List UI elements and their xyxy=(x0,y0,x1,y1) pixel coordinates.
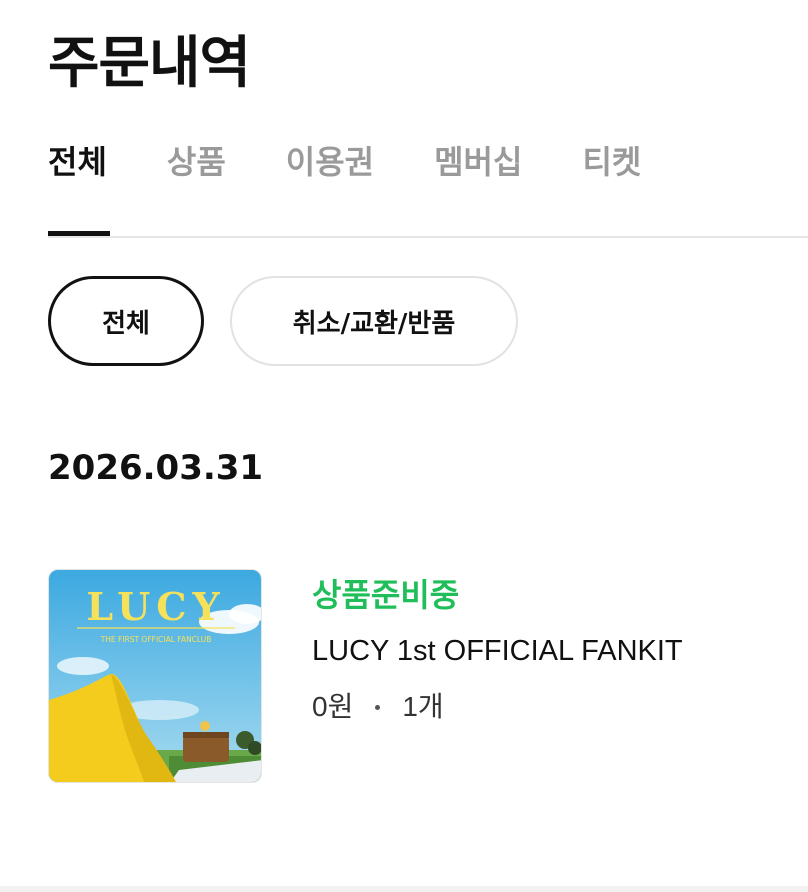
product-thumbnail: LUCY THE FIRST OFFICIAL FANCLUB xyxy=(48,569,262,783)
svg-text:LUCY: LUCY xyxy=(86,584,225,629)
order-history-page: 주문내역 전체 상품 이용권 멤버십 티켓 전체 취소/교환/반품 2026.0… xyxy=(0,0,808,892)
category-tabs: 전체 상품 이용권 멤버십 티켓 xyxy=(48,136,701,188)
bottom-divider xyxy=(0,886,808,892)
tab-products[interactable]: 상품 xyxy=(167,136,226,188)
filter-chip-cancel-exchange-return[interactable]: 취소/교환/반품 xyxy=(230,276,518,366)
tabs-divider xyxy=(48,236,808,238)
tab-membership[interactable]: 멤버십 xyxy=(434,136,522,188)
product-quantity: 1개 xyxy=(402,691,444,722)
product-name: LUCY 1st OFFICIAL FANKIT xyxy=(312,635,683,667)
tab-passes[interactable]: 이용권 xyxy=(286,136,374,188)
order-status: 상품준비중 xyxy=(312,576,460,614)
svg-text:THE FIRST OFFICIAL FANCLUB: THE FIRST OFFICIAL FANCLUB xyxy=(100,635,212,644)
order-date: 2026.03.31 xyxy=(48,448,264,488)
active-tab-indicator xyxy=(48,231,110,236)
filter-chip-all[interactable]: 전체 xyxy=(48,276,204,366)
tab-tickets[interactable]: 티켓 xyxy=(582,136,641,188)
separator-dot xyxy=(375,704,381,710)
tab-all[interactable]: 전체 xyxy=(48,136,107,188)
page-title: 주문내역 xyxy=(48,31,251,96)
order-item[interactable]: LUCY THE FIRST OFFICIAL FANCLUB 상품준비중 LU… xyxy=(48,569,768,785)
filter-chips: 전체 취소/교환/반품 xyxy=(48,276,518,366)
product-price: 0원 xyxy=(312,691,354,722)
order-meta: 0원 1개 xyxy=(312,687,683,727)
order-item-info: 상품준비중 LUCY 1st OFFICIAL FANKIT 0원 1개 xyxy=(312,569,683,727)
